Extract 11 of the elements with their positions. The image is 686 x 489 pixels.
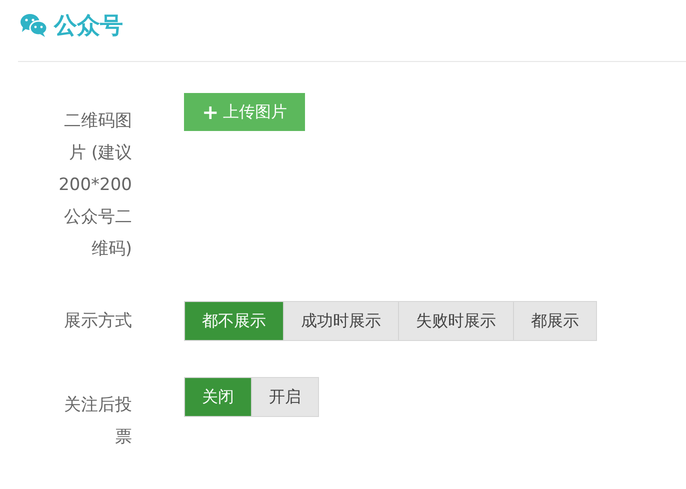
option-tab[interactable]: 失败时展示 <box>398 302 513 340</box>
field-label: 关注后投票 <box>63 394 132 449</box>
option-tab[interactable]: 开启 <box>251 378 318 416</box>
option-tab[interactable]: 都展示 <box>513 302 596 340</box>
field-label: 展示方式 <box>63 310 132 333</box>
page-title: 公众号 <box>54 12 123 40</box>
field-label: 二维码图片 (建议200*200公众号二维码) <box>58 110 132 261</box>
wechat-icon <box>20 13 48 37</box>
option-tab[interactable]: 都不展示 <box>185 302 283 340</box>
option-tab[interactable]: 关闭 <box>185 378 251 416</box>
option-tab[interactable]: 成功时展示 <box>283 302 398 340</box>
